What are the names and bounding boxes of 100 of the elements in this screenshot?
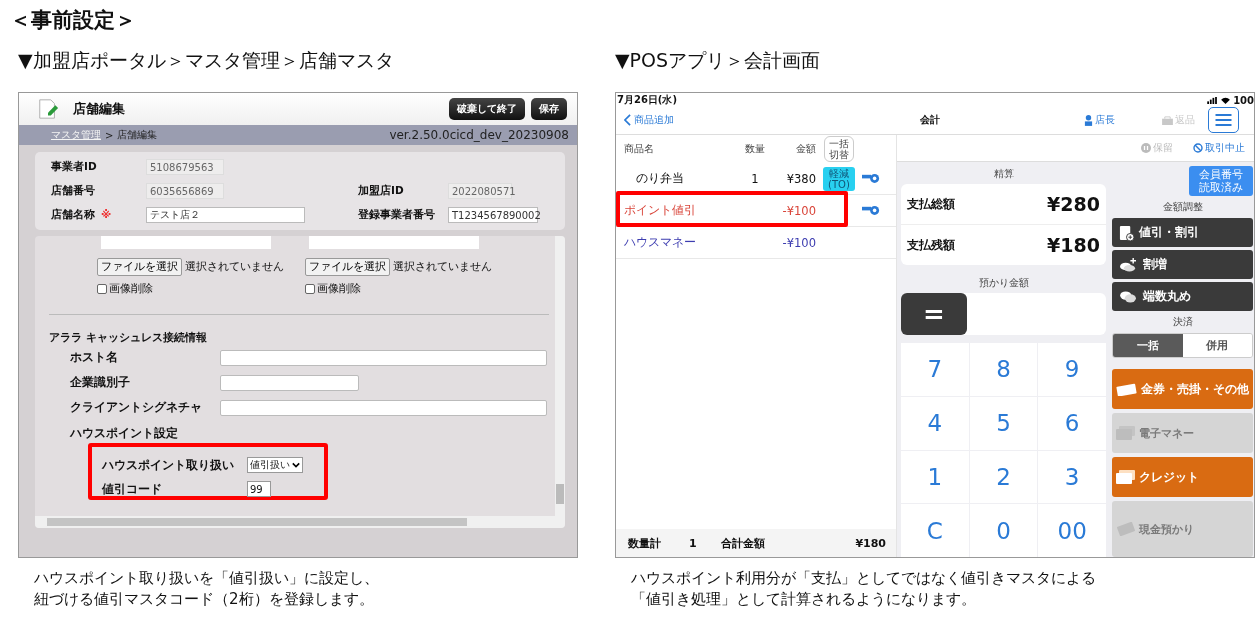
scrollbar[interactable] [555,236,565,516]
keypad-key[interactable]: 8 [969,343,1038,396]
equals-button[interactable]: = [901,293,967,335]
keypad-key[interactable]: 0 [969,504,1038,557]
file-status: 選択されていません [393,260,492,274]
person-icon [1084,114,1093,126]
amount-label: 支払残額 [907,236,955,254]
breadcrumb-link[interactable]: マスタ管理 [51,128,101,142]
signal-icon [1207,96,1219,104]
text-field[interactable]: T1234567890002 [448,207,538,223]
amount-label: 支払総額 [907,195,955,213]
document-edit-icon [37,98,59,120]
section-heading: アララ キャッシュレス接続情報 [49,331,208,345]
file-status: 選択されていません [185,260,284,274]
screen-title: 会計 [920,113,941,127]
prohibited-icon [1193,143,1203,153]
quantity-total: 1 [689,536,697,550]
keypad-key[interactable]: 5 [969,396,1038,450]
keypad-key[interactable]: 00 [1038,504,1106,557]
coins-icon [1119,289,1138,303]
tax-tag: 軽減(TO) [823,166,855,191]
cash-icon [1116,522,1136,536]
text-field[interactable]: 6035656869 [146,183,224,199]
caption-line: ハウスポイント利用分が「支払」としてではなく値引きマスタによる [631,568,1097,589]
total-label: 合計金額 [720,535,765,551]
checkbox-label: 画像削除 [317,282,361,296]
field-label: ホスト名 [70,350,119,365]
text-field[interactable]: テスト店２ [146,207,305,223]
section-label: 預かり金額 [977,276,1030,290]
member-status-badge: 会員番号読取済み [1189,166,1253,196]
keypad-key[interactable]: 3 [1038,450,1106,504]
menu-button[interactable] [1208,107,1239,133]
breadcrumb-separator: > [105,129,114,141]
checkbox-label: 画像削除 [109,282,153,296]
text-field[interactable] [220,349,547,366]
payment-method-button[interactable]: クレジット [1112,457,1253,497]
status-date: 7月26日(水) [617,93,677,107]
cards-icon [1116,426,1136,440]
caption-line: 「値引き処理」として計算されるようになります。 [631,589,977,610]
text-field[interactable] [220,399,547,416]
bag-icon [1162,115,1173,125]
required-mark: ※ [101,208,112,220]
header-button[interactable]: 破棄して終了 [449,98,525,120]
field-label: 加盟店ID [358,184,405,198]
menu-icon [1215,114,1232,126]
header-button[interactable]: 保存 [531,98,567,120]
coins-plus-icon [1119,256,1138,272]
slide-title: ＜事前設定＞ [9,7,137,32]
item-amount: ¥380 [785,171,816,186]
battery-text: 100 [1233,94,1254,106]
keypad-key[interactable]: 1 [901,450,969,504]
payment-method-button[interactable]: 金券・売掛・その他 [1112,369,1253,409]
field-label: ハウスポイント取り扱い [102,457,235,473]
chevron-left-icon [624,114,631,126]
text-field[interactable]: 99 [247,481,271,497]
scrollbar[interactable] [35,516,565,528]
wifi-icon [1221,96,1231,104]
section-heading: ▼加盟店ポータル＞マスタ管理＞店舗マスタ [18,48,395,73]
pause-icon [1141,143,1151,153]
cards-icon [1116,470,1136,484]
adjust-button[interactable]: 端数丸め [1112,281,1253,311]
whistle-icon[interactable] [862,203,880,215]
bulk-toggle-button[interactable]: 一括切替 [824,136,854,162]
clipboard-plus-icon [1119,223,1134,241]
amount-value: ¥180 [1047,234,1100,256]
section-label: 精算 [992,167,1015,181]
file-button[interactable]: ファイルを選択 [305,258,390,276]
keypad-key[interactable]: 6 [1038,396,1106,450]
keypad-key[interactable]: 9 [1038,343,1106,396]
field-label: 企業識別子 [70,375,131,390]
chevron-down-icon [292,461,300,469]
payment-mode-tab[interactable]: 併用 [1182,333,1252,357]
quantity-total-label: 数量計 [628,535,661,551]
field-label: 店舗名称 ※ [51,208,113,222]
keypad-key[interactable]: 2 [969,450,1038,504]
cancel-button[interactable]: 取引中止 [1193,141,1245,155]
keypad-key[interactable]: 4 [901,396,969,450]
section-label: 決済 [1171,314,1194,329]
total-amount: ¥180 [855,536,886,550]
user-button[interactable]: 店長 [1084,113,1162,127]
dropdown[interactable]: 値引扱い [247,457,303,473]
whistle-icon[interactable] [862,171,880,183]
adjust-button[interactable]: 割増 [1112,249,1253,279]
checkbox[interactable] [97,284,107,294]
field-label: 店舗番号 [51,184,96,198]
field-label: クライアントシグネチャ [70,400,203,415]
payment-mode-tab[interactable]: 一括 [1113,333,1183,357]
section-label: 金額調整 [1161,200,1204,214]
adjust-button[interactable]: 値引・割引 [1112,218,1253,247]
text-field[interactable] [220,374,359,391]
keypad-key[interactable]: 7 [901,343,969,396]
amount-value: ¥280 [1047,193,1100,215]
column-header: 商品名 [624,142,655,156]
back-button[interactable]: 商品追加 [624,113,920,127]
text-field[interactable]: 5108679563 [146,159,224,175]
checkbox[interactable] [305,284,315,294]
item-name: ハウスマネー [624,235,697,250]
file-button[interactable]: ファイルを選択 [97,258,182,276]
keypad-key[interactable]: C [901,504,969,557]
item-amount: -¥100 [781,235,816,250]
